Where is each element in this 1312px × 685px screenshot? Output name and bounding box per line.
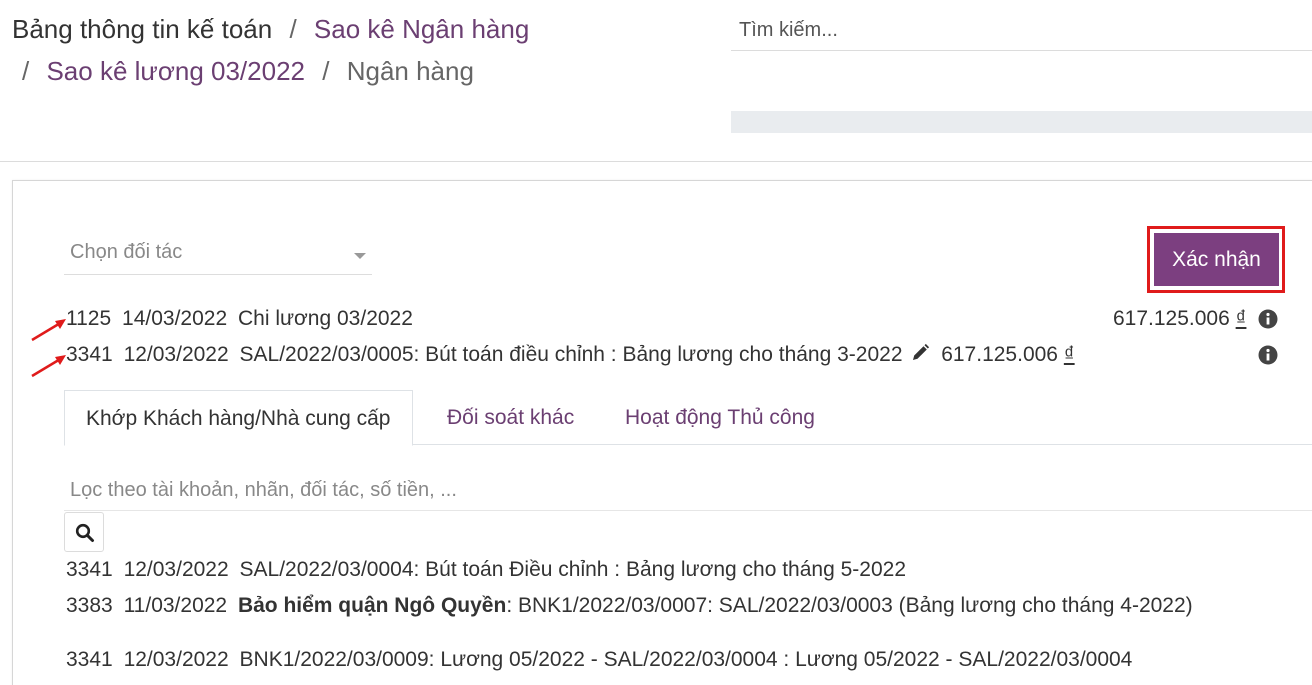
candidate-line[interactable]: 3341 12/03/2022 BNK1/2022/03/0009: Lương… [66, 648, 1132, 672]
candidate-date: 12/03/2022 [123, 648, 229, 671]
search-icon [75, 523, 94, 542]
red-arrow-icon [31, 319, 66, 342]
candidate-partner: Bảo hiểm quận Ngô Quyền [237, 594, 507, 617]
statement-amount-value: 617.125.006 [1113, 307, 1230, 330]
partner-select[interactable]: Chọn đối tác [64, 233, 372, 275]
statement-line: 1125 14/03/2022 Chi lương 03/2022 [66, 307, 413, 331]
search-input[interactable] [731, 10, 1312, 50]
breadcrumb: Bảng thông tin kế toán / Sao kê Ngân hàn… [12, 8, 632, 92]
candidate-label: SAL/2022/03/0004: Bút toán Điều chỉnh : … [239, 558, 906, 581]
matched-currency: ₫ [1063, 343, 1075, 366]
control-panel: Bảng thông tin kế toán / Sao kê Ngân hàn… [0, 0, 1312, 162]
search-bar [731, 10, 1312, 51]
breadcrumb-payroll-statement[interactable]: Sao kê lương 03/2022 [46, 56, 305, 86]
matched-label: SAL/2022/03/0005: Bút toán điều chỉnh : … [239, 343, 903, 366]
filter-bar [64, 471, 1312, 511]
breadcrumb-separator: / [22, 56, 30, 86]
statement-label: Chi lương 03/2022 [237, 307, 413, 330]
candidate-label: BNK1/2022/03/0009: Lương 05/2022 - SAL/2… [239, 648, 1133, 671]
breadcrumb-separator: / [322, 56, 330, 86]
matched-account: 3341 [66, 343, 113, 366]
tab-partner-match[interactable]: Khớp Khách hàng/Nhà cung cấp [64, 390, 413, 446]
breadcrumb-separator: / [289, 14, 297, 44]
candidate-account: 3341 [66, 558, 113, 581]
tab-manual-operations[interactable]: Hoạt động Thủ công [604, 390, 836, 445]
statement-currency: ₫ [1235, 307, 1247, 330]
search-button[interactable] [64, 512, 104, 552]
candidate-label: : BNK1/2022/03/0007: SAL/2022/03/0003 (B… [506, 594, 1193, 617]
matched-amount: 617.125.006 [941, 343, 1058, 366]
partner-select-placeholder: Chọn đối tác [70, 241, 183, 263]
statement-amount: 617.125.006 ₫ [1113, 307, 1246, 331]
candidate-account: 3341 [66, 648, 113, 671]
breadcrumb-root[interactable]: Bảng thông tin kế toán [12, 14, 272, 44]
statement-date: 14/03/2022 [122, 307, 228, 330]
matched-date: 12/03/2022 [123, 343, 229, 366]
breadcrumb-bank-statements[interactable]: Sao kê Ngân hàng [314, 14, 529, 44]
statement-account: 1125 [66, 307, 112, 330]
candidate-account: 3383 [66, 594, 113, 617]
chevron-down-icon [354, 253, 366, 259]
confirm-button[interactable]: Xác nhận [1154, 233, 1279, 286]
info-circle-icon[interactable] [1258, 345, 1278, 365]
candidate-date: 12/03/2022 [123, 558, 229, 581]
filter-input[interactable] [64, 471, 1312, 509]
candidate-line[interactable]: 3341 12/03/2022 SAL/2022/03/0004: Bút to… [66, 558, 906, 582]
matched-line[interactable]: 3341 12/03/2022 SAL/2022/03/0005: Bút to… [66, 343, 1075, 367]
candidate-line[interactable]: 3383 11/03/2022 Bảo hiểm quận Ngô Quyền:… [66, 594, 1193, 618]
red-arrow-icon [31, 355, 66, 378]
tab-misc-reconcile[interactable]: Đối soát khác [426, 390, 595, 445]
candidate-date: 11/03/2022 [123, 594, 228, 617]
tab-bar: Khớp Khách hàng/Nhà cung cấp Đối soát kh… [64, 390, 1312, 446]
search-filter-strip [731, 111, 1312, 133]
breadcrumb-current: Ngân hàng [346, 56, 474, 86]
info-circle-icon[interactable] [1258, 309, 1278, 329]
pencil-icon[interactable] [910, 343, 930, 363]
